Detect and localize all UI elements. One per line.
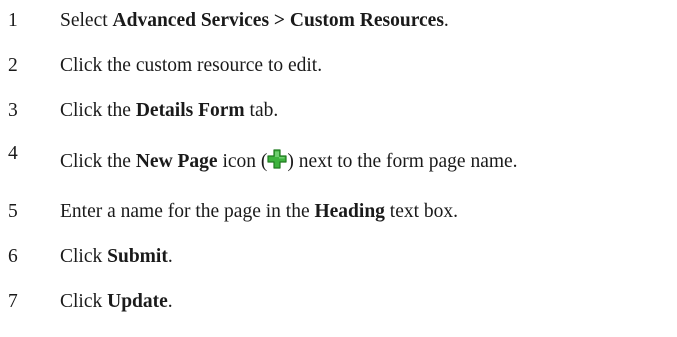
step-number: 4 bbox=[8, 143, 18, 164]
procedure-steps: 1 Select Advanced Services > Custom Reso… bbox=[0, 0, 677, 337]
step-text-pre: Click the bbox=[60, 151, 136, 172]
step-number: 3 bbox=[8, 100, 18, 121]
green-plus-icon bbox=[267, 149, 288, 169]
step-text-post: . bbox=[167, 246, 173, 267]
step-text-bold: Heading bbox=[314, 201, 385, 222]
step-text-pre: Click the bbox=[60, 100, 136, 121]
step-text-bold: Advanced Services > Custom Resources bbox=[112, 10, 444, 31]
step-number: 2 bbox=[8, 55, 18, 76]
step-text-post: . bbox=[443, 10, 449, 31]
step-text-bold: Update bbox=[107, 291, 168, 312]
step-number: 1 bbox=[8, 10, 18, 31]
step-text-post: tab. bbox=[244, 100, 279, 121]
step-text: Enter a name for the page in the Heading… bbox=[60, 197, 458, 227]
step-2: 2 Click the custom resource to edit. bbox=[0, 51, 677, 81]
step-text-pre: Click bbox=[60, 291, 108, 312]
step-1: 1 Select Advanced Services > Custom Reso… bbox=[0, 6, 677, 36]
step-text-bold: Submit bbox=[107, 246, 168, 267]
step-7: 7 Click Update. bbox=[0, 287, 677, 317]
step-number: 5 bbox=[8, 201, 18, 222]
step-text-pre: Click bbox=[60, 246, 108, 267]
step-text: Click the custom resource to edit. bbox=[60, 51, 322, 81]
step-text: Click the New Page icon ( ) next to the f… bbox=[60, 147, 518, 177]
step-number: 6 bbox=[8, 246, 18, 267]
step-text: Click Update. bbox=[60, 287, 173, 317]
step-text-post: text box. bbox=[384, 201, 459, 222]
step-text-bold: Details Form bbox=[135, 100, 245, 121]
step-text-pre: Enter a name for the page in the bbox=[60, 201, 315, 222]
step-text-post: . bbox=[167, 291, 173, 312]
step-4: 4 Click the New Page icon ( ) next to the… bbox=[0, 143, 677, 177]
step-number: 7 bbox=[8, 291, 18, 312]
step-3: 3 Click the Details Form tab. bbox=[0, 96, 677, 126]
step-text-mid: icon ( bbox=[217, 151, 268, 172]
step-text-post: ) next to the form page name. bbox=[287, 151, 518, 172]
step-text-pre: Click the custom resource to edit. bbox=[60, 55, 323, 76]
step-text: Click the Details Form tab. bbox=[60, 96, 278, 126]
step-text: Click Submit. bbox=[60, 242, 173, 272]
step-text-pre: Select bbox=[60, 10, 113, 31]
step-text-bold: New Page bbox=[135, 151, 218, 172]
step-5: 5 Enter a name for the page in the Headi… bbox=[0, 197, 677, 227]
step-6: 6 Click Submit. bbox=[0, 242, 677, 272]
step-text: Select Advanced Services > Custom Resour… bbox=[60, 6, 449, 36]
